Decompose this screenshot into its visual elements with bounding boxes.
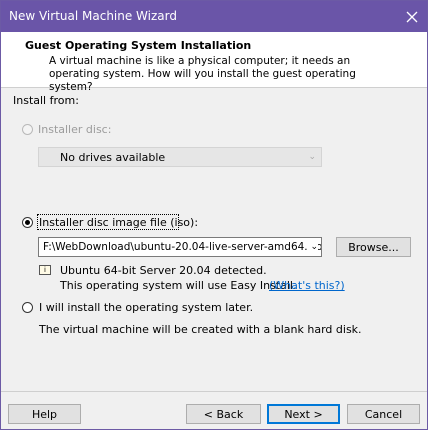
close-icon xyxy=(406,11,418,22)
install-from-label: Install from: xyxy=(13,94,79,107)
info-icon: i xyxy=(39,265,51,275)
whats-this-link[interactable]: (What's this?) xyxy=(269,279,345,292)
chevron-down-icon: ⌄ xyxy=(308,152,316,162)
title-bar: New Virtual Machine Wizard xyxy=(1,1,427,32)
browse-button-label: Browse... xyxy=(348,240,399,254)
back-button[interactable]: < Back xyxy=(186,404,261,424)
back-button-label: < Back xyxy=(203,407,244,421)
help-button[interactable]: Help xyxy=(8,404,81,424)
help-button-label: Help xyxy=(31,407,58,421)
cancel-button[interactable]: Cancel xyxy=(347,404,420,424)
easy-install-text: This operating system will use Easy Inst… xyxy=(60,279,297,292)
wizard-header: Guest Operating System Installation A vi… xyxy=(1,32,427,93)
browse-button[interactable]: Browse... xyxy=(336,237,411,257)
installer-disc-radio[interactable] xyxy=(22,124,33,135)
installer-disc-dropdown-value: No drives available xyxy=(60,151,166,164)
next-button-label: Next > xyxy=(284,407,323,421)
iso-label: Installer disc image file (iso): xyxy=(39,216,199,229)
iso-radio[interactable] xyxy=(22,217,33,228)
footer-divider xyxy=(1,391,427,392)
installer-disc-label: Installer disc: xyxy=(38,123,112,136)
iso-path-value: F:\WebDownload\ubuntu-20.04-live-server-… xyxy=(43,241,322,253)
window-title: New Virtual Machine Wizard xyxy=(9,9,177,23)
iso-path-combobox[interactable]: F:\WebDownload\ubuntu-20.04-live-server-… xyxy=(38,237,322,257)
install-later-description: The virtual machine will be created with… xyxy=(39,323,362,336)
detected-text: Ubuntu 64-bit Server 20.04 detected. xyxy=(60,264,267,277)
chevron-down-icon: ⌄ xyxy=(308,242,318,252)
cancel-button-label: Cancel xyxy=(364,407,403,421)
wizard-window: New Virtual Machine Wizard Guest Operati… xyxy=(0,0,428,430)
close-button[interactable] xyxy=(397,1,427,32)
next-button[interactable]: Next > xyxy=(267,404,340,424)
page-description: A virtual machine is like a physical com… xyxy=(49,55,356,93)
install-later-radio[interactable] xyxy=(22,302,33,313)
page-title: Guest Operating System Installation xyxy=(25,39,252,52)
install-later-label: I will install the operating system late… xyxy=(39,301,254,314)
installer-disc-dropdown[interactable]: No drives available ⌄ xyxy=(38,147,322,167)
